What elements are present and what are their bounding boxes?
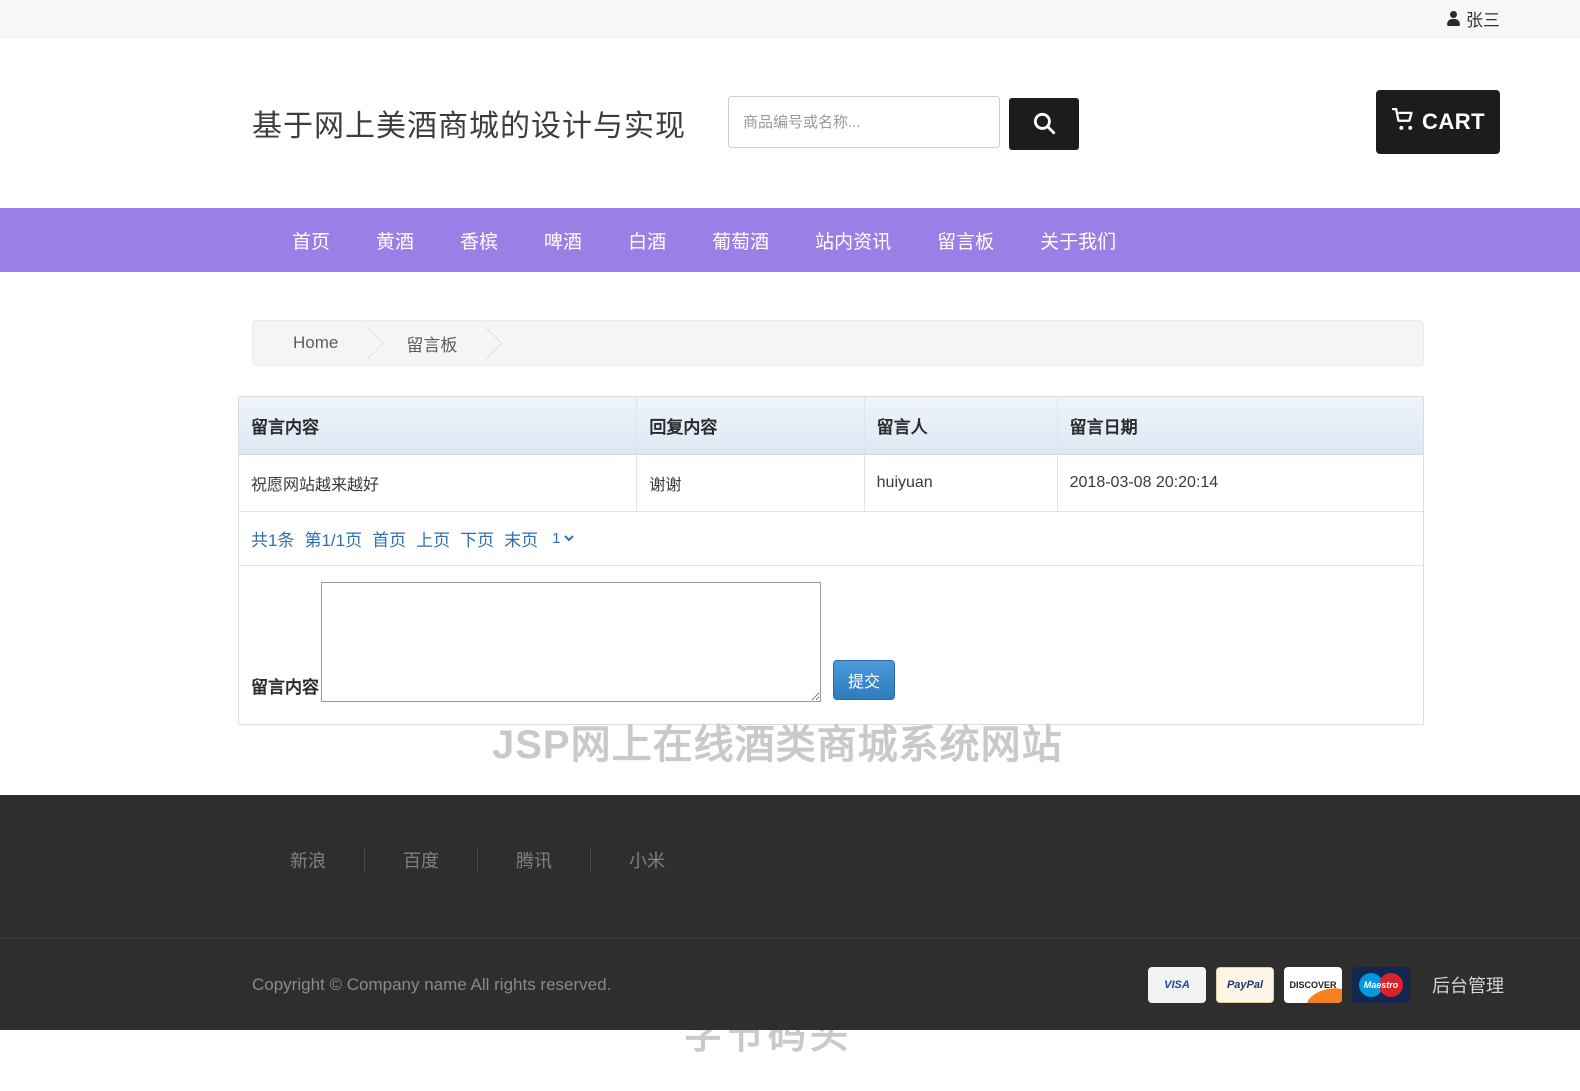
column-header-author: 留言人	[864, 397, 1057, 455]
message-board-panel: 留言内容 回复内容 留言人 留言日期 祝愿网站越来越好 谢谢 huiyuan 2…	[238, 396, 1424, 725]
footer-link-xiaomi[interactable]: 小米	[591, 847, 703, 873]
nav-item-huangjiu[interactable]: 黄酒	[372, 221, 418, 260]
visa-icon: VISA	[1148, 967, 1206, 1003]
main-nav: 首页 黄酒 香槟 啤酒 白酒 葡萄酒 站内资讯 留言板 关于我们	[0, 208, 1580, 272]
site-footer: 新浪 百度 腾讯 小米 Copyright © Company name All…	[0, 795, 1580, 1030]
top-user-bar: 张三	[0, 0, 1580, 38]
search-button[interactable]	[1009, 98, 1079, 150]
site-header: 基于网上美酒商城的设计与实现 CART	[0, 38, 1580, 208]
breadcrumb: Home 留言板	[252, 320, 1424, 366]
column-header-reply: 回复内容	[637, 397, 864, 455]
pagination-total: 共1条	[251, 526, 294, 551]
pagination-last[interactable]: 末页	[504, 526, 538, 551]
pagination-first[interactable]: 首页	[372, 526, 406, 551]
message-table: 留言内容 回复内容 留言人 留言日期 祝愿网站越来越好 谢谢 huiyuan 2…	[239, 397, 1423, 512]
cart-button[interactable]: CART	[1376, 90, 1500, 154]
cell-reply: 谢谢	[637, 455, 864, 512]
nav-item-baijiu[interactable]: 白酒	[624, 221, 670, 260]
cell-author: huiyuan	[864, 455, 1057, 512]
discover-icon: DISCOVER	[1284, 967, 1342, 1003]
cart-label: CART	[1422, 109, 1485, 135]
nav-item-home[interactable]: 首页	[288, 221, 334, 260]
nav-item-beer[interactable]: 啤酒	[540, 221, 586, 260]
breadcrumb-item-messageboard[interactable]: 留言板	[368, 321, 487, 365]
nav-item-messageboard[interactable]: 留言板	[933, 221, 998, 260]
search-area	[728, 96, 1079, 150]
user-account[interactable]: 张三	[1447, 6, 1500, 31]
search-icon	[1031, 110, 1057, 139]
footer-link-tencent[interactable]: 腾讯	[478, 847, 590, 873]
pagination-page-info: 第1/1页	[304, 526, 362, 551]
page-root: 张三 基于网上美酒商城的设计与实现	[0, 0, 1580, 1091]
column-header-date: 留言日期	[1057, 397, 1423, 455]
maestro-icon: Maestro	[1352, 967, 1410, 1003]
main-content: Home 留言板 留言内容 回复内容 留言人 留言日期 祝愿网站越来越好	[0, 320, 1580, 725]
footer-bottom: Copyright © Company name All rights rese…	[0, 938, 1580, 1030]
footer-links: 新浪 百度 腾讯 小米	[0, 795, 1580, 873]
paypal-icon: PayPal	[1216, 967, 1274, 1003]
breadcrumb-item-home[interactable]: Home	[253, 321, 368, 365]
footer-link-baidu[interactable]: 百度	[365, 847, 477, 873]
payment-logos: VISA PayPal DISCOVER Maestro 后台管理	[1148, 967, 1504, 1003]
pagination-page-select[interactable]: 1	[548, 529, 577, 548]
footer-link-sina[interactable]: 新浪	[252, 847, 364, 873]
pagination: 共1条 第1/1页 首页 上页 下页 末页 1	[239, 512, 1423, 566]
column-header-content: 留言内容	[239, 397, 637, 455]
nav-item-wine[interactable]: 葡萄酒	[708, 221, 773, 260]
pagination-next[interactable]: 下页	[460, 526, 494, 551]
nav-item-news[interactable]: 站内资讯	[811, 221, 895, 260]
maestro-label: Maestro	[1352, 980, 1410, 990]
message-form-label: 留言内容	[251, 673, 319, 702]
nav-item-champagne[interactable]: 香槟	[456, 221, 502, 260]
breadcrumb-spacer	[487, 321, 1423, 365]
site-title: 基于网上美酒商城的设计与实现	[252, 101, 686, 145]
table-row: 祝愿网站越来越好 谢谢 huiyuan 2018-03-08 20:20:14	[239, 455, 1423, 512]
admin-link[interactable]: 后台管理	[1432, 972, 1504, 998]
person-icon	[1447, 11, 1460, 26]
submit-button[interactable]: 提交	[833, 660, 895, 700]
copyright-text: Copyright © Company name All rights rese…	[252, 975, 611, 995]
pagination-prev[interactable]: 上页	[416, 526, 450, 551]
message-textarea[interactable]	[321, 582, 821, 702]
nav-item-about[interactable]: 关于我们	[1036, 221, 1120, 260]
cell-content: 祝愿网站越来越好	[239, 455, 637, 512]
search-input[interactable]	[728, 96, 1000, 148]
shopping-cart-icon	[1391, 107, 1418, 138]
message-form: 留言内容 提交	[239, 566, 1423, 724]
table-header-row: 留言内容 回复内容 留言人 留言日期	[239, 397, 1423, 455]
username-label: 张三	[1466, 6, 1500, 31]
cell-date: 2018-03-08 20:20:14	[1057, 455, 1423, 512]
